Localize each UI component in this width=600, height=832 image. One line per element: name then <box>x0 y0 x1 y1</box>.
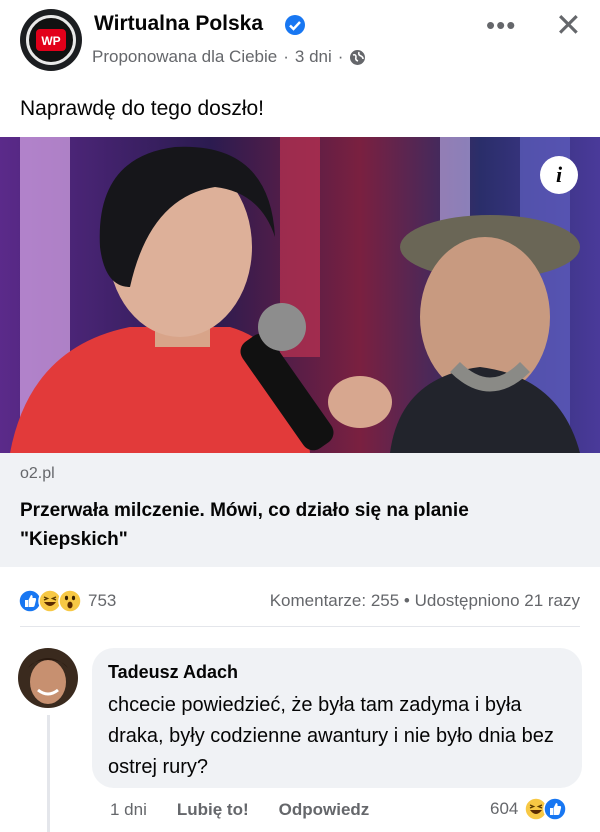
reaction-summary[interactable]: 753 <box>18 589 116 613</box>
avatar[interactable] <box>18 648 78 708</box>
link-title: Przerwała milczenie. Mówi, co działo się… <box>20 500 469 550</box>
comment-author[interactable]: Tadeusz Adach <box>108 662 238 683</box>
thread-line <box>47 715 50 832</box>
comment-reaction-count: 604 <box>490 799 519 818</box>
link-preview[interactable]: o2.pl Przerwała milczenie. Mówi, co dzia… <box>0 453 600 567</box>
post-meta: Proponowana dla Ciebie · 3 dni · <box>92 47 366 67</box>
page-name[interactable]: Wirtualna Polska <box>94 12 263 36</box>
wow-reaction-icon <box>58 589 82 613</box>
verified-badge-icon <box>285 15 305 35</box>
reply-button[interactable]: Odpowiedz <box>279 800 370 820</box>
close-icon[interactable]: ✕ <box>555 6 582 44</box>
comment-bubble: Tadeusz Adach chcecie powiedzieć, że był… <box>92 648 582 788</box>
post-time[interactable]: 3 dni <box>295 47 332 67</box>
comment-actions: 1 dni Lubię to! Odpowiedz <box>110 800 369 820</box>
post-text: Naprawdę do tego doszło! <box>20 97 264 120</box>
comment-reactions[interactable]: 604 <box>490 797 568 821</box>
comment-text: chcecie powiedzieć, że była tam zadyma i… <box>108 694 554 778</box>
link-domain: o2.pl <box>20 465 55 482</box>
shares-count[interactable]: Udostępniono 21 razy <box>415 591 580 610</box>
post-photo[interactable] <box>0 137 600 453</box>
globe-icon <box>350 49 366 65</box>
like-reaction-icon <box>543 797 568 821</box>
suggested-label: Proponowana dla Ciebie <box>92 47 278 66</box>
post-header: WP Wirtualna Polska Proponowana dla Cieb… <box>0 0 600 80</box>
page-avatar[interactable]: WP <box>20 9 82 71</box>
more-dots-icon[interactable]: ••• <box>486 10 516 41</box>
post-stats: Komentarze: 255 • Udostępniono 21 razy <box>269 591 580 610</box>
comments-count[interactable]: Komentarze: 255 <box>270 591 399 610</box>
svg-text:WP: WP <box>41 34 60 48</box>
comment-time[interactable]: 1 dni <box>110 800 147 820</box>
divider <box>20 626 580 627</box>
wp-logo-icon: WP <box>26 15 76 65</box>
reaction-count: 753 <box>88 591 117 610</box>
info-icon[interactable]: i <box>540 156 578 194</box>
like-button[interactable]: Lubię to! <box>177 800 249 820</box>
